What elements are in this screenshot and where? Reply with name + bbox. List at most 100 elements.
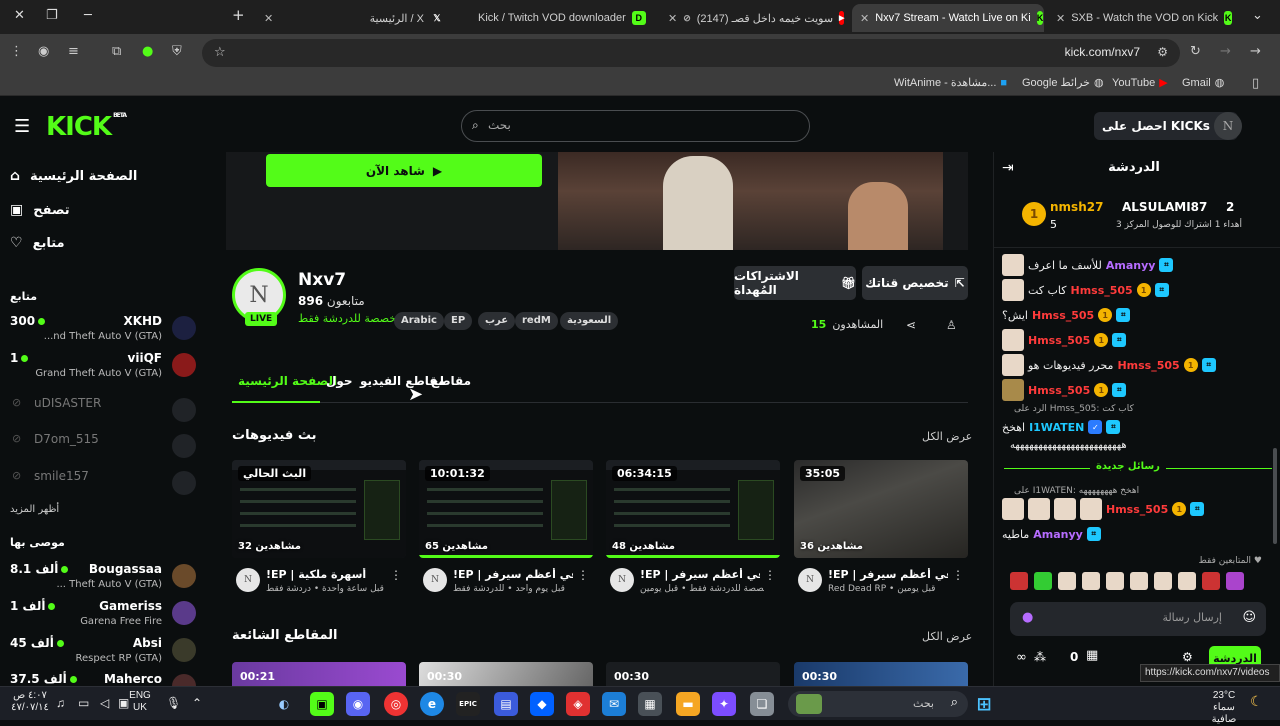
- emote-icon[interactable]: [1202, 572, 1220, 590]
- app-icon[interactable]: ◈: [566, 692, 590, 716]
- video-player[interactable]: شاهد الآن ▶: [226, 152, 968, 250]
- more-options-icon[interactable]: ⋮: [390, 568, 402, 582]
- close-window-icon[interactable]: ✕: [14, 8, 25, 23]
- following-channel-d7om[interactable]: D7om_515 ⊘: [8, 430, 196, 466]
- windows-start-icon[interactable]: ⊞: [972, 692, 996, 716]
- infinity-icon[interactable]: ∞: [1016, 650, 1027, 665]
- points-icon[interactable]: ⁂: [1034, 650, 1046, 664]
- user-avatar[interactable]: N: [1214, 112, 1242, 140]
- show-more-link[interactable]: أظهر المزيد: [10, 504, 59, 515]
- close-tab-icon[interactable]: ✕: [1056, 12, 1065, 25]
- bookmark-youtube[interactable]: YouTube ▶: [1112, 76, 1168, 90]
- tray-overflow-icon[interactable]: ⌃: [192, 697, 202, 709]
- android-app-icon[interactable]: ▣: [310, 692, 334, 716]
- copilot-icon[interactable]: ✦: [712, 692, 736, 716]
- tag-chip[interactable]: Arabic: [394, 312, 444, 330]
- emote-icon[interactable]: [1154, 572, 1172, 590]
- watch-now-button[interactable]: شاهد الآن ▶: [266, 154, 542, 187]
- close-tab-icon[interactable]: ✕: [668, 12, 677, 25]
- clip-card[interactable]: 00:30: [419, 662, 593, 686]
- follow-user-icon[interactable]: ♙: [946, 318, 957, 332]
- battery-icon[interactable]: ▭: [78, 697, 89, 709]
- bookmark-gmail[interactable]: Gmail ◍: [1182, 76, 1224, 90]
- video-title[interactable]: !EP | في أعظم سيرفر: [828, 568, 948, 581]
- extension-badge-icon[interactable]: ●: [142, 44, 153, 59]
- hamburger-menu-icon[interactable]: ☰: [14, 116, 30, 137]
- more-options-icon[interactable]: ⋮: [577, 568, 589, 582]
- collapse-chat-icon[interactable]: ⇥: [1002, 160, 1014, 176]
- chat-username[interactable]: Hmss_505: [1070, 284, 1132, 297]
- emote-icon[interactable]: [1178, 572, 1196, 590]
- chat-username[interactable]: Amanyy: [1033, 528, 1083, 541]
- close-tab-icon[interactable]: ✕: [860, 12, 869, 25]
- recommended-channel-gameriss[interactable]: 1 ألف Gameriss Garena Free Fire: [8, 597, 196, 633]
- discord-icon[interactable]: ◉: [346, 692, 370, 716]
- close-tab-icon[interactable]: ✕: [264, 12, 273, 25]
- chrome-icon[interactable]: ◎: [384, 692, 408, 716]
- restore-window-icon[interactable]: ❐: [46, 8, 58, 23]
- chat-username[interactable]: Hmss_505: [1028, 334, 1090, 347]
- chat-message[interactable]: ⌗ 1 Hmss_505 ايش؟: [1002, 304, 1272, 326]
- dropbox-icon[interactable]: ◆: [530, 692, 554, 716]
- chat-message[interactable]: ⌗ 1 Hmss_505 محرر فيديوهات هو: [1002, 354, 1272, 376]
- more-options-icon[interactable]: ⋮: [764, 568, 776, 582]
- emote-icon[interactable]: [1010, 572, 1028, 590]
- following-channel-viiqf[interactable]: 1 viiQF Grand Theft Auto V (GTA): [8, 349, 196, 385]
- bookmark-star-icon[interactable]: ☆: [214, 45, 226, 60]
- sidebar-item-following[interactable]: متابع ♡: [10, 235, 200, 251]
- tab-vod-downloader[interactable]: Kick / Twitch VOD downloader D: [470, 4, 660, 32]
- menu-dots-icon[interactable]: ⋮: [10, 44, 23, 59]
- following-channel-xkhd[interactable]: 300 XKHD ...nd Theft Auto V (GTA): [8, 312, 196, 348]
- video-thumbnail[interactable]: 10:01:32 65 مشاهدين: [419, 460, 593, 558]
- tab-clips[interactable]: مقاطع: [431, 374, 471, 388]
- emote-icon[interactable]: [1130, 572, 1148, 590]
- chat-username[interactable]: Hmss_505: [1106, 503, 1168, 516]
- file-explorer-icon[interactable]: ▬: [676, 692, 700, 716]
- gift-icon[interactable]: ▦: [1086, 648, 1098, 663]
- emoji-picker-icon[interactable]: ☺: [1242, 610, 1256, 625]
- chat-message[interactable]: ⌗ ✓ I1WATEN اهخخ: [1002, 416, 1272, 438]
- video-card[interactable]: 35:05 36 مشاهدين N !EP | في أعظم سيرفر R…: [794, 460, 968, 604]
- clip-card[interactable]: 00:30: [794, 662, 968, 686]
- share-icon[interactable]: ⋖: [906, 318, 916, 332]
- view-all-clips-link[interactable]: عرض الكل: [922, 630, 972, 643]
- chat-username[interactable]: Amanyy: [1106, 259, 1156, 272]
- video-card[interactable]: 06:34:15 48 مشاهدين N !EP | في أعظم سيرف…: [606, 460, 780, 604]
- store-icon[interactable]: ▦: [638, 692, 662, 716]
- sidebar-item-browse[interactable]: تصفح ▣: [10, 202, 200, 218]
- emote-icon[interactable]: [1082, 572, 1100, 590]
- tab-sxb-vod[interactable]: ✕ SXB - Watch the VOD on Kick K: [1048, 4, 1240, 32]
- recommended-channel-absi[interactable]: 45 ألف Absi Respect RP (GTA): [8, 634, 196, 670]
- clip-card[interactable]: 00:30: [606, 662, 780, 686]
- chat-scrollbar[interactable]: [1273, 448, 1277, 544]
- recommended-channel-maherco[interactable]: 37.5 ألف Maherco: [8, 670, 196, 686]
- language-indicator[interactable]: ENG UK: [128, 690, 152, 714]
- back-icon[interactable]: →: [1250, 44, 1261, 59]
- tag-chip[interactable]: EP: [444, 312, 473, 330]
- tab-home[interactable]: الصفحة الرئيسية: [238, 374, 337, 388]
- outlook-icon[interactable]: ✉: [602, 692, 626, 716]
- new-tab-icon[interactable]: +: [232, 6, 245, 24]
- extension-icon[interactable]: ◉: [38, 44, 49, 59]
- kick-logo[interactable]: KICK BETA: [46, 112, 127, 142]
- playlist-icon[interactable]: ≡: [68, 44, 79, 59]
- reload-icon[interactable]: ↻: [1190, 44, 1201, 59]
- chat-message[interactable]: ⌗ Amanyy للأسف ما اعرف: [1002, 254, 1272, 276]
- volume-icon[interactable]: ◁: [100, 697, 109, 709]
- emote-icon[interactable]: [1058, 572, 1076, 590]
- tab-nxv7-stream[interactable]: ✕ Nxv7 Stream - Watch Live on Ki K: [852, 4, 1044, 32]
- clip-card[interactable]: 00:21: [232, 662, 406, 686]
- more-options-icon[interactable]: ⋮: [952, 568, 964, 582]
- chat-username[interactable]: Hmss_505: [1117, 359, 1179, 372]
- tab-search-icon[interactable]: ⌄: [1252, 8, 1263, 23]
- video-title[interactable]: !EP | في أعظم سيرفر: [640, 568, 760, 581]
- gift-subs-button[interactable]: الاشتراكات المُهداة 🎁︎: [734, 266, 856, 300]
- emote-icon[interactable]: [1034, 572, 1052, 590]
- site-settings-icon[interactable]: ⚙: [1157, 45, 1168, 59]
- chat-username[interactable]: I1WATEN: [1029, 421, 1084, 434]
- app-icon[interactable]: ▤: [494, 692, 518, 716]
- video-title[interactable]: !EP | في أعظم سيرفر: [453, 568, 573, 581]
- tab-youtube[interactable]: ✕ ⊘ (2147) سويت خيمه داخل قصـ ▶: [660, 4, 850, 32]
- weather-widget[interactable]: 23°C سماء صافية: [1200, 690, 1248, 726]
- chat-message[interactable]: ⌗ 1 Hmss_505: [1002, 379, 1272, 401]
